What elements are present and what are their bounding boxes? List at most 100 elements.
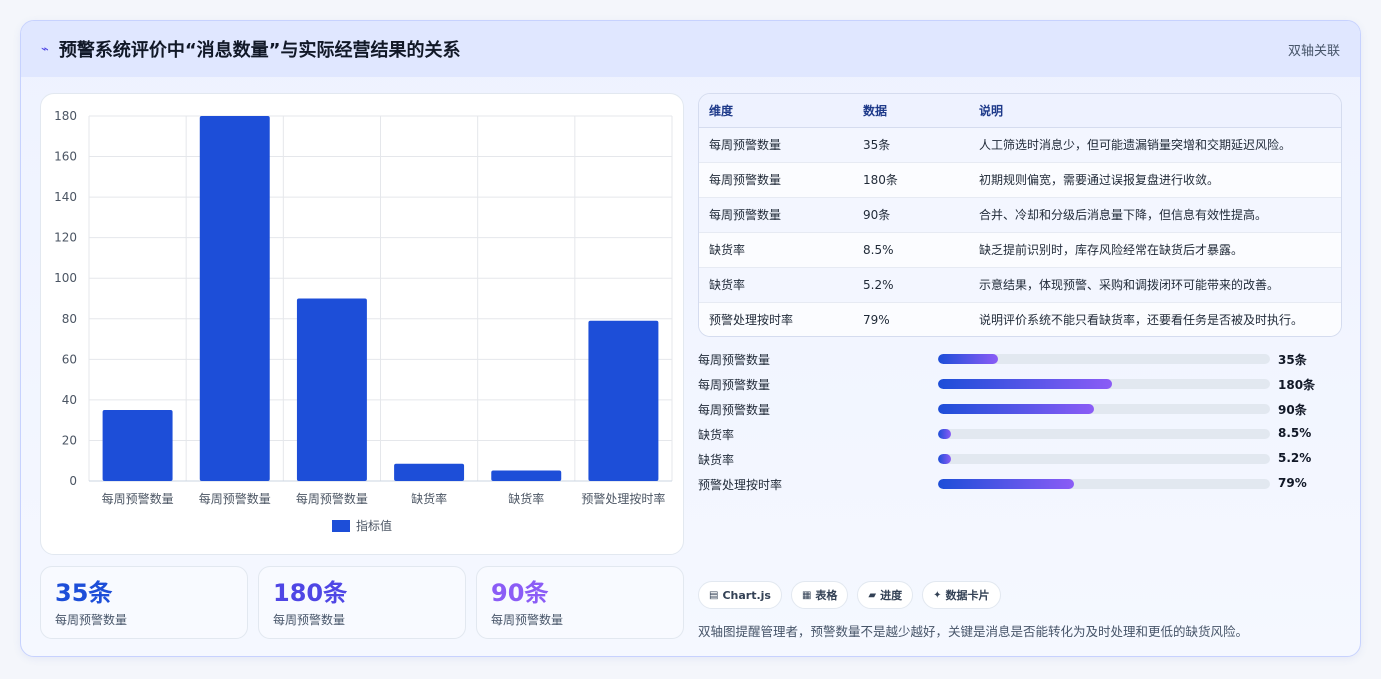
progress-fill: [938, 404, 1095, 414]
legend-label: 指标值: [356, 518, 392, 533]
progress-value: 90条: [1278, 403, 1307, 417]
table-cell: 预警处理按时率: [709, 313, 794, 328]
y-tick-label: 140: [54, 190, 77, 204]
column-header: 说明: [969, 94, 1341, 128]
progress-icon: ▰: [868, 589, 877, 601]
progress-row: 缺货率 8.5%: [698, 422, 1342, 447]
chip-label: 数据卡片: [945, 589, 990, 602]
progress-label: 缺货率: [698, 428, 735, 442]
bar: [394, 463, 465, 481]
progress-row: 每周预警数量 35条: [698, 347, 1342, 372]
table-cell: 每周预警数量: [699, 197, 853, 233]
progress-value: 35条: [1278, 353, 1307, 367]
progress-row: 缺货率 5.2%: [698, 447, 1342, 472]
legend-swatch: [332, 520, 350, 532]
stat-value: 180条: [273, 579, 348, 607]
y-tick-label: 20: [62, 433, 77, 447]
column-header: 数据: [853, 94, 969, 128]
bar-chart: 0 20 40 60 80 100 120 140 160 180 每周预警数量 每周预警数量 每周预警…: [54, 109, 673, 533]
main-card: ⌁ 预警系统评价中“消息数量”与实际经营结果的关系 双轴关联 0 20 40 60 80…: [20, 20, 1361, 657]
tech-chips: ▤ Chart.js ▦ 表格 ▰ 进度 ✦ 数据卡片: [698, 581, 1001, 609]
table-cell: 人工筛选时消息少，但可能遗漏销量突增和交期延迟风险。: [969, 127, 1341, 163]
x-tick-label: 预警处理按时率: [581, 491, 665, 506]
progress-label: 每周预警数量: [698, 378, 771, 392]
progress-label: 缺货率: [698, 453, 735, 467]
chip-data-cards[interactable]: ✦ 数据卡片: [922, 581, 1001, 609]
y-tick-label: 120: [54, 231, 77, 245]
progress-track: [938, 404, 1270, 414]
x-tick-label: 缺货率: [508, 491, 544, 506]
y-tick-label: 180: [54, 109, 77, 123]
x-tick-label: 每周预警数量: [296, 491, 368, 506]
table-row: 每周预警数量 35条 人工筛选时消息少，但可能遗漏销量突增和交期延迟风险。: [699, 127, 1341, 163]
progress-value: 8.5%: [1278, 426, 1312, 440]
table-row: 缺货率 5.2% 示意结果，体现预警、采购和调拨闭环可能带来的改善。: [699, 267, 1341, 303]
table-row: 预警处理按时率 79% 说明评价系统不能只看缺货率，还要看任务是否被及时执行。: [699, 302, 1341, 336]
y-tick-label: 60: [62, 352, 77, 366]
progress-row: 预警处理按时率 79%: [698, 472, 1342, 497]
progress-label: 预警处理按时率: [698, 478, 783, 492]
progress-fill: [938, 454, 952, 464]
table-cell: 90条: [853, 197, 969, 233]
progress-value: 180条: [1278, 378, 1316, 392]
chip-table[interactable]: ▦ 表格: [790, 581, 849, 609]
chip-chartjs[interactable]: ▤ Chart.js: [698, 581, 782, 609]
stat-label: 每周预警数量: [273, 613, 346, 627]
progress-row: 每周预警数量 90条: [698, 397, 1342, 422]
bar: [199, 116, 270, 481]
bar: [588, 320, 659, 481]
table-cell: 5.2%: [853, 267, 969, 303]
table-cell: 缺货率: [699, 232, 853, 268]
table-cell: 8.5%: [853, 232, 969, 268]
table-row: 每周预警数量 180条 初期规则偏宽，需要通过误报复盘进行收敛。: [699, 162, 1341, 198]
table-cell: 初期规则偏宽，需要通过误报复盘进行收敛。: [969, 162, 1341, 198]
y-tick-label: 100: [54, 271, 77, 285]
bar-chart-panel: 0 20 40 60 80 100 120 140 160 180 每周预警数量 每周预警数量 每周预警…: [40, 93, 684, 555]
progress-row: 每周预警数量 180条: [698, 372, 1342, 397]
table-cell: 缺货率: [699, 267, 853, 303]
progress-track: [938, 429, 1270, 439]
progress-label: 每周预警数量: [698, 353, 771, 367]
stat-label: 每周预警数量: [491, 613, 564, 627]
table-header-row: 维度 数据 说明: [699, 94, 1341, 128]
y-tick-label: 0: [69, 474, 77, 488]
progress-track: [938, 479, 1270, 489]
table-row: 缺货率 8.5% 缺乏提前识别时，库存风险经常在缺货后才暴露。: [699, 232, 1341, 268]
chip-label: Chart.js: [722, 588, 771, 602]
table-cell: 每周预警数量: [699, 127, 853, 163]
table-cell: 180条: [853, 162, 969, 198]
progress-fill: [938, 379, 1113, 389]
progress-value: 79%: [1278, 476, 1307, 490]
stat-card: 180条 每周预警数量: [258, 566, 466, 639]
chip-progress[interactable]: ▰ 进度: [857, 581, 914, 609]
table-cell: 说明评价系统不能只看缺货率，还要看任务是否被及时执行。: [979, 313, 1304, 328]
page-title: 预警系统评价中“消息数量”与实际经营结果的关系: [58, 40, 461, 61]
progress-track: [938, 354, 1270, 364]
table-cell: 79%: [863, 312, 890, 327]
stat-card: 35条 每周预警数量: [40, 566, 248, 639]
summary-note: 双轴图提醒管理者，预警数量不是越少越好，关键是消息是否能转化为及时处理和更低的缺…: [698, 624, 1249, 639]
progress-fill: [938, 479, 1075, 489]
column-header: 维度: [699, 94, 853, 128]
chip-label: 进度: [880, 589, 903, 602]
pulse-icon: ⌁: [41, 41, 49, 57]
chip-label: 表格: [815, 589, 838, 602]
progress-fill: [938, 354, 998, 364]
x-tick-label: 缺货率: [411, 491, 447, 506]
header-tag: 双轴关联: [1287, 43, 1340, 59]
y-tick-label: 80: [62, 312, 77, 326]
bar: [102, 410, 173, 481]
table-row: 每周预警数量 90条 合并、冷却和分级后消息量下降，但信息有效性提高。: [699, 197, 1341, 233]
progress-value: 5.2%: [1278, 451, 1312, 465]
progress-track: [938, 454, 1270, 464]
bar: [296, 298, 367, 481]
data-table: 维度 数据 说明 每周预警数量 35条 人工筛选时消息少，但可能遗漏销量突增和交…: [698, 93, 1342, 337]
card-header: ⌁ 预警系统评价中“消息数量”与实际经营结果的关系 双轴关联: [21, 21, 1360, 77]
stat-value: 90条: [491, 579, 549, 607]
progress-track: [938, 379, 1270, 389]
progress-label: 每周预警数量: [698, 403, 771, 417]
table-cell: 示意结果，体现预警、采购和调拨闭环可能带来的改善。: [969, 267, 1341, 303]
table-icon: ▦: [801, 589, 812, 601]
progress-list: 每周预警数量 35条 每周预警数量 180条 每周预警数量 90条 缺货率 8.…: [698, 347, 1342, 497]
x-tick-label: 每周预警数量: [199, 491, 271, 506]
